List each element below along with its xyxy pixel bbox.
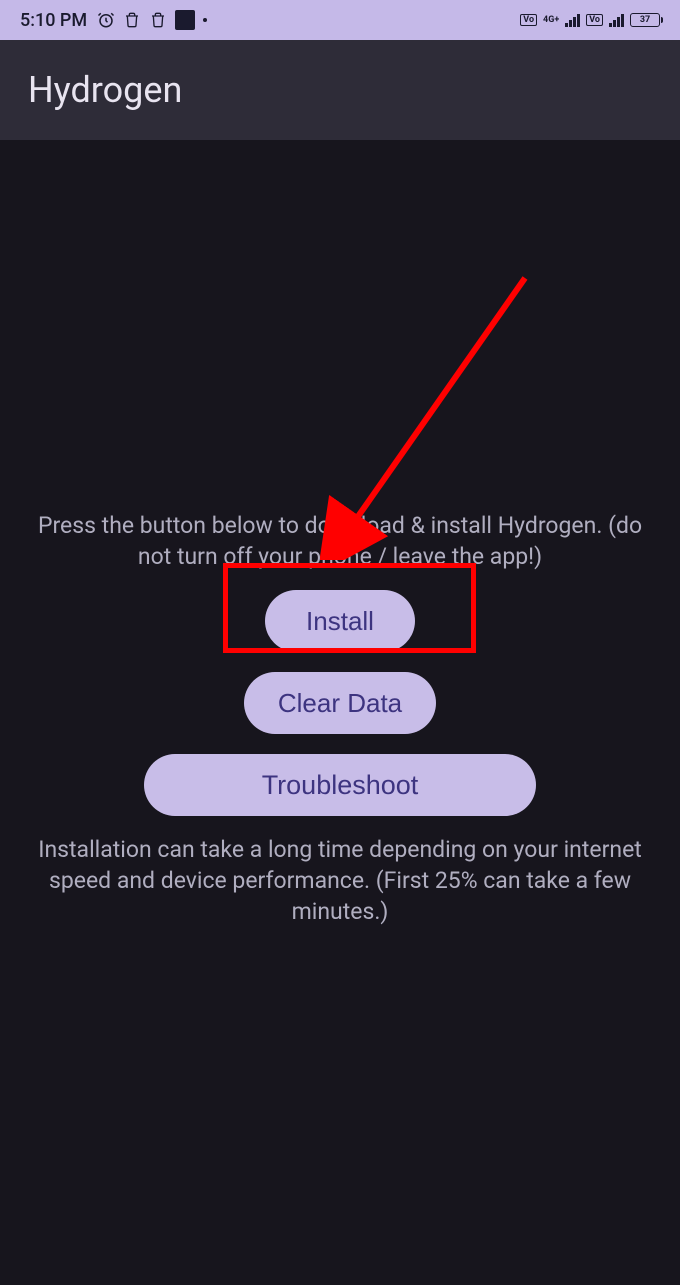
battery-icon: 37 bbox=[630, 13, 660, 27]
troubleshoot-button[interactable]: Troubleshoot bbox=[144, 754, 536, 816]
status-bar: 5:10 PM Vo bbox=[0, 0, 680, 40]
install-button[interactable]: Install bbox=[265, 590, 415, 652]
status-icons-left bbox=[97, 10, 207, 30]
status-right: Vo 4G+ Vo 37 bbox=[520, 13, 660, 27]
trash-icon-2 bbox=[149, 11, 167, 29]
app-header: Hydrogen bbox=[0, 40, 680, 140]
app-title: Hydrogen bbox=[28, 69, 182, 111]
status-time: 5:10 PM bbox=[20, 10, 87, 31]
volte-badge-1: Vo bbox=[520, 14, 537, 26]
app-icon bbox=[175, 10, 195, 30]
network-type-icon: 4G+ bbox=[543, 15, 559, 25]
clear-data-button[interactable]: Clear Data bbox=[244, 672, 436, 734]
alarm-icon bbox=[97, 11, 115, 29]
signal-icon-1 bbox=[565, 13, 580, 27]
instruction-bottom: Installation can take a long time depend… bbox=[18, 834, 662, 927]
trash-icon bbox=[123, 11, 141, 29]
instruction-top: Press the button below to download & ins… bbox=[18, 510, 662, 572]
volte-badge-2: Vo bbox=[586, 14, 603, 26]
main-content: Press the button below to download & ins… bbox=[0, 140, 680, 927]
status-left: 5:10 PM bbox=[20, 10, 207, 31]
button-container: Install Clear Data Troubleshoot bbox=[144, 590, 536, 816]
signal-icon-2 bbox=[609, 13, 624, 27]
dot-icon bbox=[203, 18, 207, 22]
